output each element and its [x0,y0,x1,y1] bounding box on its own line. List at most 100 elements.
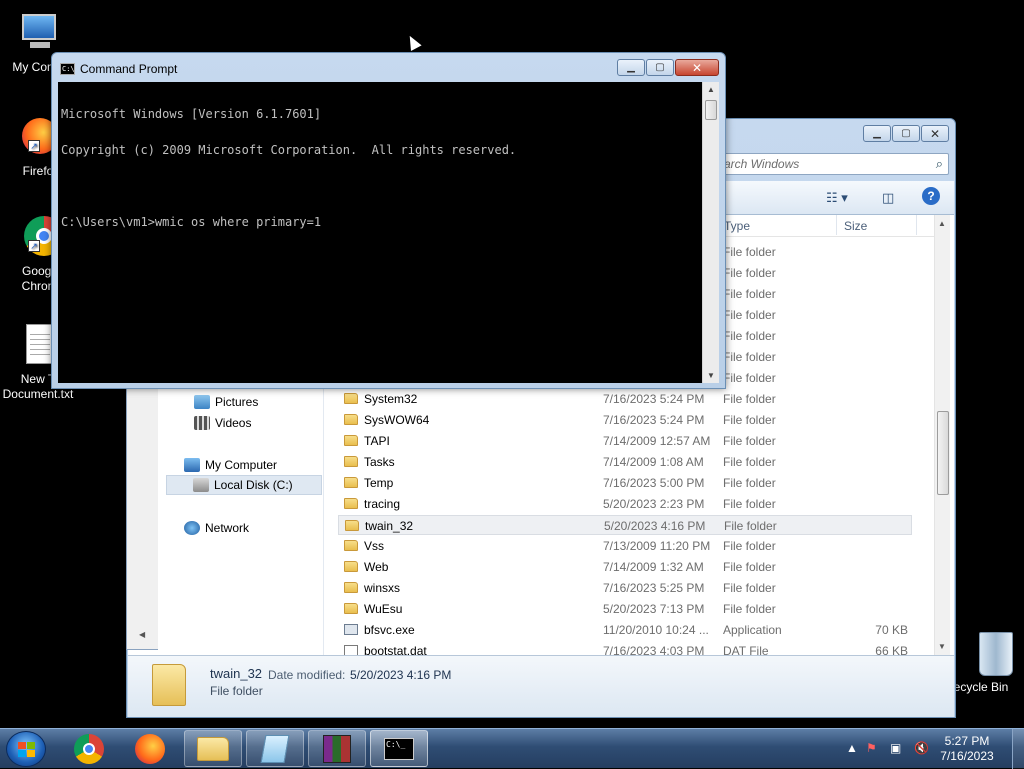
table-row[interactable]: Tasks 7/14/2009 1:08 AM File folder [338,452,912,472]
details-name: twain_32 [210,666,263,681]
table-row[interactable]: TAPI 7/14/2009 12:57 AM File folder [338,431,912,451]
nav-item-local-disk[interactable]: Local Disk (C:) [166,475,322,495]
help-icon[interactable]: ? [922,187,940,205]
column-divider [916,215,917,235]
notepad-icon [260,734,290,763]
folder-icon [344,393,358,404]
row-date: 7/16/2023 5:00 PM [603,476,705,490]
table-row[interactable]: winsxs 7/16/2023 5:25 PM File folder [338,578,912,598]
column-size[interactable]: Size [844,219,867,233]
command-prompt-window[interactable]: C:\ Command Prompt ▁ ▢ ✕ Microsoft Windo… [51,52,726,389]
close-button[interactable]: ✕ [675,59,719,76]
maximize-button[interactable]: ▢ [892,125,920,142]
table-row[interactable]: Temp 7/16/2023 5:00 PM File folder [338,473,912,493]
computer-icon [184,458,200,472]
scroll-down-icon[interactable]: ▼ [707,371,715,380]
search-input[interactable]: arch Windows ⌕ [717,153,949,175]
preview-pane-icon[interactable]: ◫ [882,190,894,206]
action-center-icon[interactable]: ⚑ [866,741,877,755]
desktop-icon-label: Document.txt [2,387,74,401]
scrollbar-thumb[interactable] [937,411,949,495]
row-type: File folder [723,560,776,574]
minimize-button[interactable]: ▁ [863,125,891,142]
nav-item-label: Pictures [215,395,259,409]
row-name: Temp [364,476,394,490]
nav-item-pictures[interactable]: Pictures [194,392,258,412]
table-row[interactable]: WuEsu 5/20/2023 7:13 PM File folder [338,599,912,619]
firefox-icon [135,733,165,764]
windows-logo-icon [18,742,36,758]
row-name: SysWOW64 [364,413,430,427]
console-icon: C:\_ [384,737,414,760]
table-row[interactable]: tracing 5/20/2023 2:23 PM File folder [338,494,912,514]
folder-icon [344,582,358,593]
scroll-up-icon[interactable]: ▲ [938,219,946,228]
table-row[interactable]: System32 7/16/2023 5:24 PM File folder [338,389,912,409]
row-type: File folder [723,413,776,427]
maximize-button[interactable]: ▢ [646,59,674,76]
maximize-icon: ▢ [901,128,911,139]
network-icon [184,521,200,535]
close-button[interactable]: ✕ [921,125,949,142]
recycle-bin-icon [957,630,1013,678]
view-options-icon[interactable]: ☷ ▾ [826,190,848,206]
volume-muted-icon[interactable]: 🔇 [914,741,929,755]
taskbar-command-prompt[interactable]: C:\_ [370,730,428,767]
details-modified-value: 5/20/2023 4:16 PM [350,668,452,682]
show-desktop-button[interactable] [1012,729,1024,769]
computer-icon [14,10,62,58]
console-scrollbar[interactable]: ▲ ▼ [702,82,719,383]
row-type: File folder [723,455,776,469]
table-row[interactable]: SysWOW64 7/16/2023 5:24 PM File folder [338,410,912,430]
folder-icon [344,498,358,509]
taskbar-chrome[interactable] [60,730,118,767]
folder-icon [344,435,358,446]
show-hidden-icons-icon[interactable]: ▲ [846,741,858,755]
nav-item-videos[interactable]: Videos [194,413,251,433]
table-row[interactable]: bfsvc.exe 11/20/2010 10:24 ... Application… [338,620,912,640]
clock[interactable]: 5:27 PM 7/16/2023 [932,734,1002,764]
table-row[interactable]: Web 7/14/2009 1:32 AM File folder [338,557,912,577]
minimize-icon: ▁ [627,62,635,73]
row-type: File folder [723,497,776,511]
scroll-down-icon[interactable]: ▼ [938,642,946,651]
row-type: File folder [723,434,776,448]
row-name: tracing [364,497,401,511]
search-placeholder: arch Windows [724,157,800,171]
table-row[interactable]: twain_32 5/20/2023 4:16 PM File folder [338,515,912,535]
table-row[interactable]: Vss 7/13/2009 11:20 PM File folder [338,536,912,556]
row-type: File folder [723,539,776,553]
nav-item-my-computer[interactable]: My Computer [184,455,277,475]
minimize-button[interactable]: ▁ [617,59,645,76]
row-type: File folder [723,602,776,616]
taskbar-winrar[interactable] [308,730,366,767]
column-type[interactable]: Type [724,219,750,233]
network-tray-icon[interactable]: ▣ [890,741,901,755]
maximize-icon: ▢ [655,62,665,73]
explorer-window-controls: ▁ ▢ ✕ [863,125,949,142]
start-button[interactable] [6,731,46,767]
nav-item-label: Videos [215,416,252,430]
row-date: 5/20/2023 2:23 PM [603,497,705,511]
nav-item-network[interactable]: Network [184,518,249,538]
console-line: Copyright (c) 2009 Microsoft Corporation… [61,143,517,157]
row-date: 7/13/2009 11:20 PM [603,539,711,553]
row-name: Vss [364,539,385,553]
row-name: WuEsu [364,602,403,616]
row-date: 5/20/2023 4:16 PM [604,519,706,533]
file-list-scrollbar[interactable]: ▲ ▼ [934,215,950,655]
row-type: Application [723,623,782,637]
row-name: Web [364,560,389,574]
nav-item-label: Network [205,521,250,535]
taskbar-explorer[interactable] [184,730,242,767]
row-name: bfsvc.exe [364,623,415,637]
taskbar-notepad[interactable] [246,730,304,767]
scroll-left-icon[interactable]: ◀ [139,630,145,639]
row-name: System32 [364,392,418,406]
console-output[interactable]: Microsoft Windows [Version 6.1.7601] Cop… [58,82,702,383]
scroll-up-icon[interactable]: ▲ [707,85,715,94]
taskbar-firefox[interactable] [121,730,179,767]
mouse-cursor-icon [404,33,422,51]
scrollbar-thumb[interactable] [705,100,717,120]
